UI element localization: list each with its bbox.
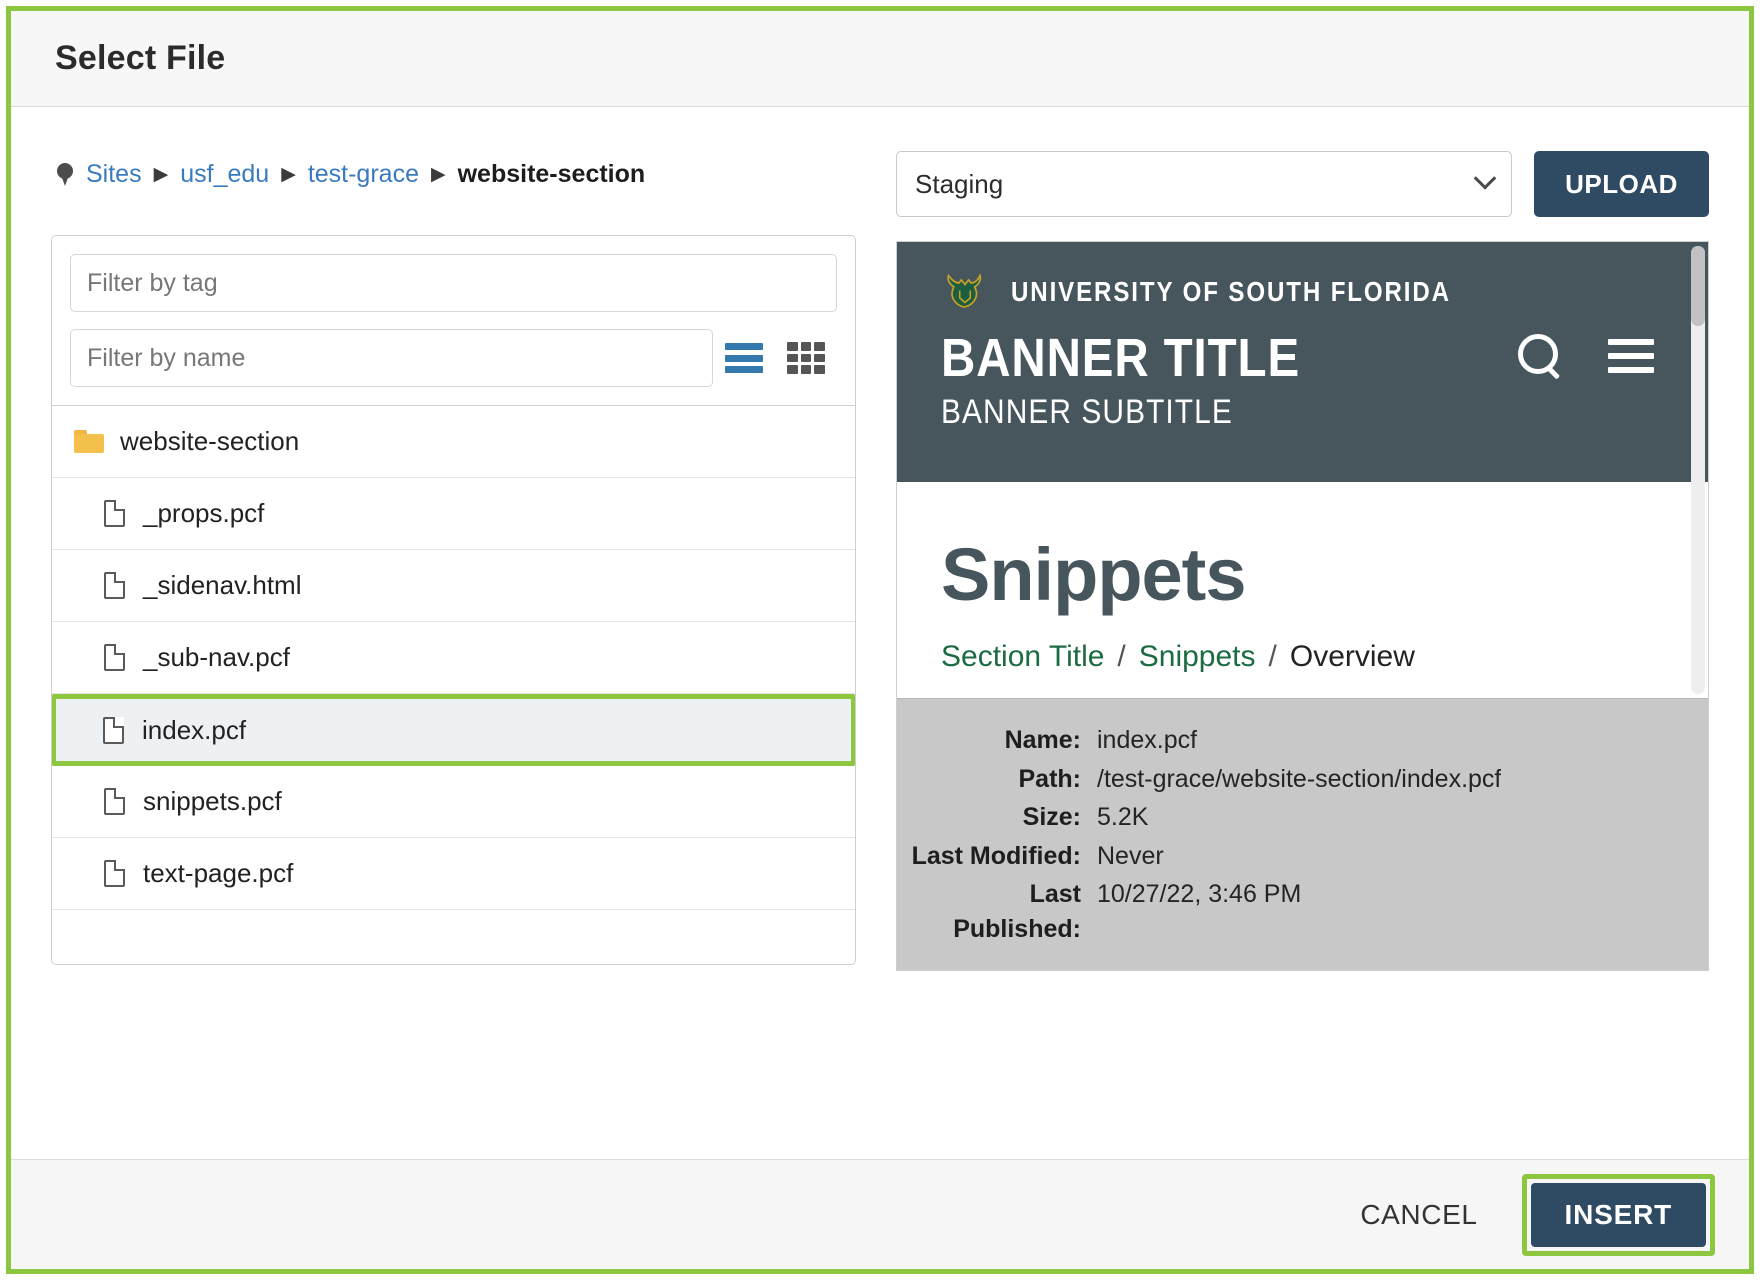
breadcrumb-item-usf-edu[interactable]: usf_edu bbox=[180, 160, 269, 189]
file-browser-panel: website-section _props.pcf _sidenav.html… bbox=[51, 235, 856, 965]
search-icon[interactable] bbox=[1518, 334, 1562, 378]
environment-select[interactable]: Staging bbox=[896, 151, 1512, 217]
map-pin-icon bbox=[57, 162, 73, 186]
folder-icon bbox=[74, 430, 104, 453]
metadata-label: Size: bbox=[1022, 803, 1081, 831]
breadcrumb-item-test-grace[interactable]: test-grace bbox=[308, 160, 419, 189]
cancel-button[interactable]: CANCEL bbox=[1334, 1183, 1503, 1247]
file-preview-panel: UNIVERSITY OF SOUTH FLORIDA BANNER TITLE… bbox=[896, 241, 1709, 971]
preview-breadcrumb-separator: / bbox=[1268, 640, 1277, 673]
breadcrumb: Sites ▶ usf_edu ▶ test-grace ▶ website-s… bbox=[51, 151, 856, 197]
select-file-modal: Select File Sites ▶ usf_edu ▶ test-grace… bbox=[6, 6, 1754, 1274]
modal-footer: CANCEL INSERT bbox=[11, 1159, 1749, 1269]
upload-button[interactable]: UPLOAD bbox=[1534, 151, 1709, 217]
file-name: _props.pcf bbox=[143, 498, 265, 528]
breadcrumb-separator: ▶ bbox=[281, 163, 296, 185]
grid-view-icon bbox=[787, 342, 825, 374]
list-item[interactable]: website-section bbox=[52, 406, 855, 478]
file-name: snippets.pcf bbox=[143, 786, 282, 816]
list-item[interactable]: text-page.pcf bbox=[52, 838, 855, 910]
metadata-value: index.pcf bbox=[1097, 726, 1198, 754]
metadata-value: 10/27/22, 3:46 PM bbox=[1097, 880, 1302, 908]
list-view-icon bbox=[725, 343, 763, 373]
file-name: index.pcf bbox=[142, 714, 247, 745]
metadata-row-last-modified: Last Modified: Never bbox=[897, 837, 1708, 876]
metadata-label: Last Modified: bbox=[911, 841, 1081, 870]
metadata-label: Last Published: bbox=[953, 880, 1081, 943]
preview-breadcrumb-snippets[interactable]: Snippets bbox=[1139, 640, 1256, 674]
preview-scroll-area: UNIVERSITY OF SOUTH FLORIDA BANNER TITLE… bbox=[897, 242, 1708, 698]
file-name: _sub-nav.pcf bbox=[143, 642, 290, 672]
modal-body: Sites ▶ usf_edu ▶ test-grace ▶ website-s… bbox=[11, 107, 1749, 1159]
filter-name-wrapper bbox=[70, 329, 713, 387]
list-item-selected[interactable]: index.pcf bbox=[52, 694, 855, 766]
page-title: Select File bbox=[55, 39, 226, 77]
metadata-row-size: Size: 5.2K bbox=[897, 798, 1708, 837]
breadcrumb-item-sites[interactable]: Sites bbox=[86, 160, 142, 189]
document-icon bbox=[104, 500, 125, 527]
filter-by-name-input[interactable] bbox=[70, 329, 713, 387]
usf-banner: UNIVERSITY OF SOUTH FLORIDA BANNER TITLE… bbox=[897, 242, 1708, 482]
filter-by-tag-input[interactable] bbox=[70, 254, 837, 312]
file-name: website-section bbox=[120, 426, 300, 456]
file-name: _sidenav.html bbox=[143, 570, 302, 600]
preview-heading: Snippets bbox=[941, 533, 1246, 616]
filter-controls bbox=[52, 236, 855, 405]
metadata-label: Name: bbox=[1004, 726, 1081, 754]
list-view-toggle[interactable] bbox=[713, 329, 775, 387]
modal-header: Select File bbox=[11, 11, 1749, 107]
preview-column: Staging UPLOAD UNIVERSITY OF SOUTH FLORI… bbox=[896, 151, 1709, 1159]
metadata-label: Path: bbox=[1018, 764, 1082, 793]
usf-bull-logo-icon bbox=[947, 273, 982, 308]
file-list: website-section _props.pcf _sidenav.html… bbox=[52, 405, 855, 964]
metadata-row-path: Path: /test-grace/website-section/index.… bbox=[897, 760, 1708, 799]
document-icon bbox=[104, 860, 125, 887]
breadcrumb-separator: ▶ bbox=[430, 163, 446, 185]
document-icon bbox=[103, 716, 124, 744]
filter-name-row bbox=[70, 329, 837, 387]
insert-button[interactable]: INSERT bbox=[1530, 1182, 1706, 1247]
hamburger-menu-icon[interactable] bbox=[1608, 339, 1654, 373]
metadata-value: /test-grace/website-section/index.pcf bbox=[1097, 764, 1502, 793]
metadata-row-name: Name: index.pcf bbox=[897, 721, 1708, 760]
metadata-value: 5.2K bbox=[1097, 803, 1149, 831]
usf-university-label: UNIVERSITY OF SOUTH FLORIDA bbox=[1011, 276, 1451, 307]
document-icon bbox=[104, 788, 125, 815]
document-icon bbox=[104, 572, 125, 599]
banner-subtitle: BANNER SUBTITLE bbox=[941, 393, 1233, 432]
file-metadata-panel: Name: index.pcf Path: /test-grace/websit… bbox=[897, 698, 1708, 970]
insert-button-focus-ring: INSERT bbox=[1521, 1173, 1715, 1256]
preview-page-content: Snippets Section Title / Snippets / Over… bbox=[897, 482, 1708, 698]
chevron-down-icon bbox=[1473, 167, 1497, 190]
list-item[interactable]: _sub-nav.pcf bbox=[52, 622, 855, 694]
file-name: text-page.pcf bbox=[143, 858, 294, 888]
environment-select-value: Staging bbox=[915, 168, 1004, 199]
preview-breadcrumb: Section Title / Snippets / Overview bbox=[941, 640, 1664, 674]
preview-breadcrumb-section-title[interactable]: Section Title bbox=[941, 640, 1104, 674]
preview-breadcrumb-overview: Overview bbox=[1289, 640, 1415, 673]
metadata-value: Never bbox=[1097, 841, 1164, 870]
grid-view-toggle[interactable] bbox=[775, 329, 837, 387]
preview-toolbar: Staging UPLOAD bbox=[896, 151, 1709, 217]
list-item[interactable]: snippets.pcf bbox=[52, 766, 855, 838]
banner-title: BANNER TITLE bbox=[941, 328, 1301, 388]
preview-breadcrumb-separator: / bbox=[1117, 640, 1126, 673]
breadcrumb-item-website-section: website-section bbox=[457, 159, 646, 188]
usf-banner-top-row: UNIVERSITY OF SOUTH FLORIDA bbox=[941, 268, 1668, 316]
breadcrumb-separator: ▶ bbox=[153, 163, 169, 185]
list-item[interactable]: _sidenav.html bbox=[52, 550, 855, 622]
metadata-row-last-published: Last Published: 10/27/22, 3:46 PM bbox=[897, 875, 1708, 948]
document-icon bbox=[104, 644, 125, 671]
preview-scrollbar-thumb[interactable] bbox=[1691, 246, 1705, 326]
banner-icon-group bbox=[1518, 334, 1654, 378]
list-item[interactable]: _props.pcf bbox=[52, 478, 855, 550]
file-browser-column: Sites ▶ usf_edu ▶ test-grace ▶ website-s… bbox=[51, 151, 856, 1159]
